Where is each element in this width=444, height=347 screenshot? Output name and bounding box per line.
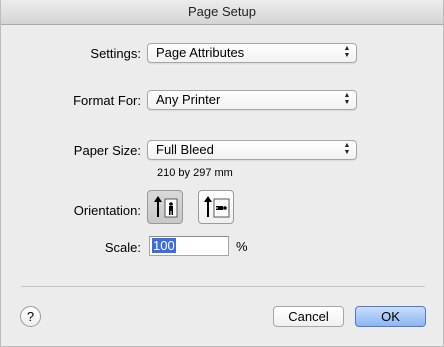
page-setup-dialog: Page Setup Settings: Page Attributes ▲ ▼ … [0, 0, 444, 347]
landscape-icon [204, 196, 230, 218]
paper-size-label: Paper Size: [73, 143, 141, 158]
format-for-value: Any Printer [156, 92, 221, 107]
cancel-button[interactable]: Cancel [273, 306, 344, 327]
scale-value: 100 [152, 238, 176, 253]
paper-size-value: Full Bleed [156, 142, 214, 157]
settings-popup[interactable]: Page Attributes ▲ ▼ [147, 43, 357, 63]
portrait-icon [154, 196, 178, 218]
paper-size-popup[interactable]: Full Bleed ▲ ▼ [147, 140, 357, 160]
settings-value: Page Attributes [156, 45, 245, 60]
paper-dimensions: 210 by 297 mm [157, 167, 233, 179]
help-icon: ? [26, 309, 35, 324]
popup-arrows-icon: ▲ ▼ [343, 142, 351, 156]
window-title: Page Setup [1, 0, 443, 25]
scale-label: Scale: [104, 240, 141, 255]
format-for-popup[interactable]: Any Printer ▲ ▼ [147, 90, 357, 110]
help-button[interactable]: ? [20, 306, 41, 327]
orientation-landscape-button[interactable] [198, 190, 234, 224]
divider [21, 286, 425, 287]
format-for-label: Format For: [73, 93, 141, 108]
settings-label: Settings: [90, 46, 141, 61]
popup-arrows-icon: ▲ ▼ [343, 92, 351, 106]
orientation-label: Orientation: [73, 203, 141, 218]
popup-arrows-icon: ▲ ▼ [343, 45, 351, 59]
scale-unit: % [236, 239, 248, 254]
scale-input[interactable]: 100 [149, 236, 229, 256]
ok-button[interactable]: OK [355, 306, 426, 327]
orientation-portrait-button[interactable] [147, 190, 183, 224]
